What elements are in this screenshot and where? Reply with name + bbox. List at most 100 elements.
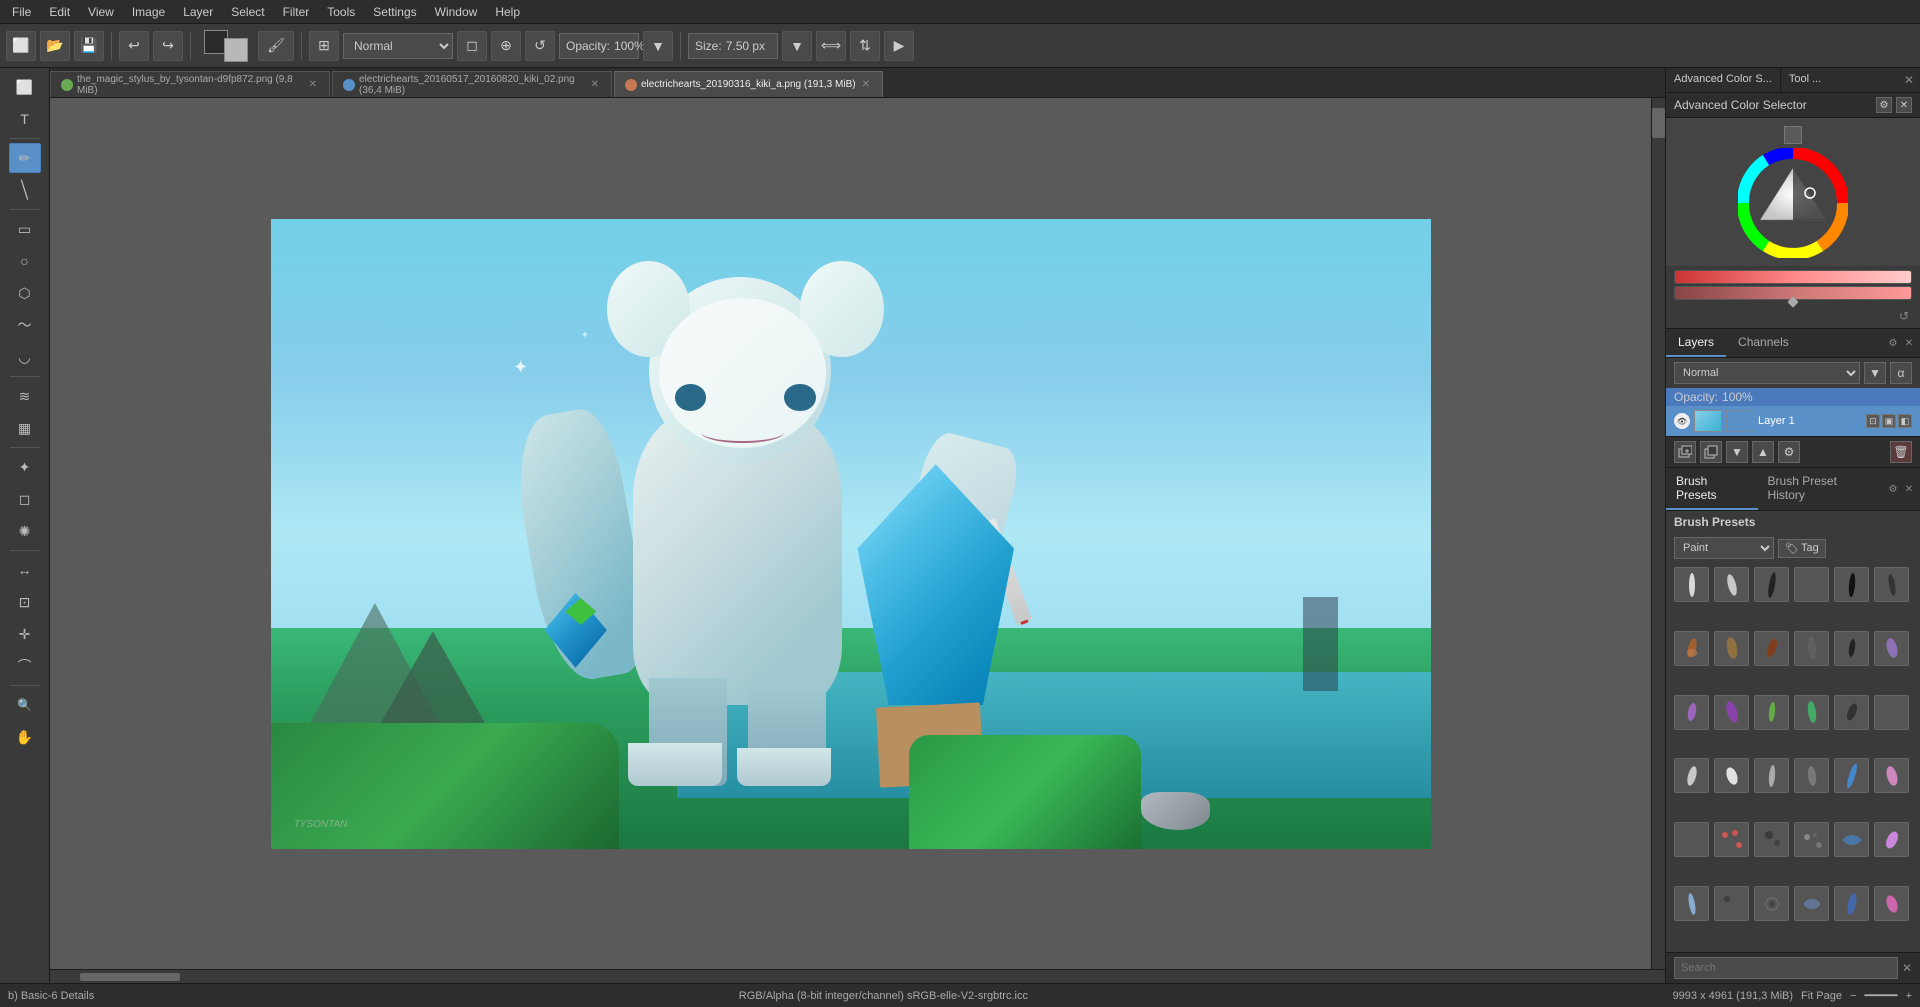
- panel-close-button[interactable]: ✕: [1898, 68, 1920, 92]
- tool-pan[interactable]: ✋: [9, 722, 41, 752]
- brush-search-clear[interactable]: ✕: [1902, 961, 1912, 975]
- menu-edit[interactable]: Edit: [41, 3, 78, 21]
- tool-dynamic[interactable]: ≋: [9, 381, 41, 411]
- save-button[interactable]: 💾: [74, 31, 104, 61]
- redo-button[interactable]: ↪: [153, 31, 183, 61]
- menu-filter[interactable]: Filter: [275, 3, 318, 21]
- tool-smart[interactable]: ✺: [9, 516, 41, 546]
- layers-blend-select[interactable]: Normal Multiply Screen: [1674, 362, 1860, 384]
- brush-item-15[interactable]: [1754, 695, 1789, 730]
- tool-transform[interactable]: ↔: [9, 555, 41, 585]
- brush-item-33[interactable]: [1754, 886, 1789, 921]
- brush-item-23[interactable]: [1834, 758, 1869, 793]
- brush-item-29[interactable]: [1834, 822, 1869, 857]
- vertical-scrollbar[interactable]: [1651, 98, 1665, 969]
- color-settings-button[interactable]: ⚙: [1876, 97, 1892, 113]
- brush-item-34[interactable]: [1794, 886, 1829, 921]
- tool-polygon[interactable]: ⬡: [9, 278, 41, 308]
- brush-item-35[interactable]: [1834, 886, 1869, 921]
- brush-item-24[interactable]: [1874, 758, 1909, 793]
- color-reset-button[interactable]: ↺: [1896, 308, 1912, 324]
- brush-search-input[interactable]: [1674, 957, 1898, 979]
- brush-item-30[interactable]: [1874, 822, 1909, 857]
- tool-warp[interactable]: ⌒: [9, 651, 41, 681]
- grid-button[interactable]: ⊞: [309, 31, 339, 61]
- brush-item-14[interactable]: [1714, 695, 1749, 730]
- tool-fill[interactable]: ▦: [9, 413, 41, 443]
- brush-item-10[interactable]: [1794, 631, 1829, 666]
- brush-item-31[interactable]: [1674, 886, 1709, 921]
- brush-item-22[interactable]: [1794, 758, 1829, 793]
- tool-paint[interactable]: ✏: [9, 143, 41, 173]
- brush-item-7[interactable]: [1674, 631, 1709, 666]
- brush-item-16[interactable]: [1794, 695, 1829, 730]
- layer-row-1[interactable]: 👁 Layer 1 ⊡ ▣ ◧: [1666, 406, 1920, 436]
- brush-category-select[interactable]: Paint Ink Sketch Texture: [1674, 537, 1774, 559]
- brush-item-25[interactable]: [1674, 822, 1709, 857]
- layer-visibility-1[interactable]: 👁: [1674, 413, 1690, 429]
- layers-settings-button[interactable]: ⚙: [1886, 336, 1900, 350]
- brush-item-1[interactable]: [1674, 567, 1709, 602]
- brush-tag-button[interactable]: 🏷 Tag: [1778, 539, 1826, 558]
- tab-1[interactable]: the_magic_stylus_by_tysontan-d9fp872.png…: [50, 71, 330, 97]
- blend-mode-select[interactable]: Normal Multiply Screen Overlay: [343, 33, 453, 59]
- tool-move[interactable]: ✛: [9, 619, 41, 649]
- tab-close-3[interactable]: ✕: [860, 78, 872, 91]
- color-close-button[interactable]: ✕: [1896, 97, 1912, 113]
- duplicate-layer-button[interactable]: [1700, 441, 1722, 463]
- layers-tab-layers[interactable]: Layers: [1666, 329, 1726, 357]
- menu-select[interactable]: Select: [223, 3, 272, 21]
- menu-window[interactable]: Window: [427, 3, 486, 21]
- brush-item-26[interactable]: [1714, 822, 1749, 857]
- panel-tab-advanced-color[interactable]: Advanced Color S...: [1666, 68, 1781, 92]
- opacity-decrease[interactable]: ▼: [643, 31, 673, 61]
- tool-freehand[interactable]: 〜: [9, 310, 41, 340]
- more-options-button[interactable]: ▶: [884, 31, 914, 61]
- hscroll-thumb[interactable]: [80, 973, 180, 981]
- tool-eyedropper[interactable]: ✦: [9, 452, 41, 482]
- layer-action-3[interactable]: ◧: [1898, 414, 1912, 428]
- brush-item-19[interactable]: [1674, 758, 1709, 793]
- menu-tools[interactable]: Tools: [319, 3, 363, 21]
- brush-item-3[interactable]: [1754, 567, 1789, 602]
- tab-close-2[interactable]: ✕: [589, 78, 601, 91]
- background-color[interactable]: [224, 38, 248, 62]
- tab-close-1[interactable]: ✕: [307, 78, 319, 91]
- layers-close-button[interactable]: ✕: [1902, 336, 1916, 350]
- brush-tab-history[interactable]: Brush Preset History: [1758, 468, 1882, 510]
- brush-item-2[interactable]: [1714, 567, 1749, 602]
- menu-view[interactable]: View: [80, 3, 122, 21]
- color-wheel[interactable]: [1738, 148, 1848, 258]
- tool-bezier[interactable]: ◡: [9, 342, 41, 372]
- symmetry-button[interactable]: ⊕: [491, 31, 521, 61]
- mirror-v-button[interactable]: ⇅: [850, 31, 880, 61]
- move-layer-up-button[interactable]: ▲: [1752, 441, 1774, 463]
- brush-item-9[interactable]: [1754, 631, 1789, 666]
- tab-2[interactable]: electrichearts_20160517_20160820_kiki_02…: [332, 71, 612, 97]
- panel-tab-tool[interactable]: Tool ...: [1781, 68, 1829, 92]
- vscroll-thumb[interactable]: [1652, 108, 1665, 138]
- size-decrease[interactable]: ▼: [782, 31, 812, 61]
- tool-eraser[interactable]: ◻: [9, 484, 41, 514]
- brush-preset-button[interactable]: 🖌: [258, 31, 294, 61]
- eraser-mode-button[interactable]: ◻: [457, 31, 487, 61]
- brush-item-32[interactable]: [1714, 886, 1749, 921]
- tool-rect-shape[interactable]: ▭: [9, 214, 41, 244]
- brush-item-5[interactable]: [1834, 567, 1869, 602]
- open-button[interactable]: 📂: [40, 31, 70, 61]
- brush-item-17[interactable]: [1834, 695, 1869, 730]
- refresh-button[interactable]: ↺: [525, 31, 555, 61]
- delete-layer-button[interactable]: 🗑: [1890, 441, 1912, 463]
- brush-close-button[interactable]: ✕: [1902, 482, 1916, 496]
- brush-item-36[interactable]: [1874, 886, 1909, 921]
- layer-properties-button[interactable]: ⚙: [1778, 441, 1800, 463]
- layer-action-2[interactable]: ▣: [1882, 414, 1896, 428]
- brush-item-6[interactable]: [1874, 567, 1909, 602]
- brush-item-18[interactable]: [1874, 695, 1909, 730]
- tool-text[interactable]: T: [9, 104, 41, 134]
- move-layer-down-button[interactable]: ▼: [1726, 441, 1748, 463]
- hue-slider[interactable]: [1674, 270, 1912, 284]
- brush-item-11[interactable]: [1834, 631, 1869, 666]
- horizontal-scrollbar[interactable]: [50, 969, 1665, 983]
- menu-help[interactable]: Help: [487, 3, 528, 21]
